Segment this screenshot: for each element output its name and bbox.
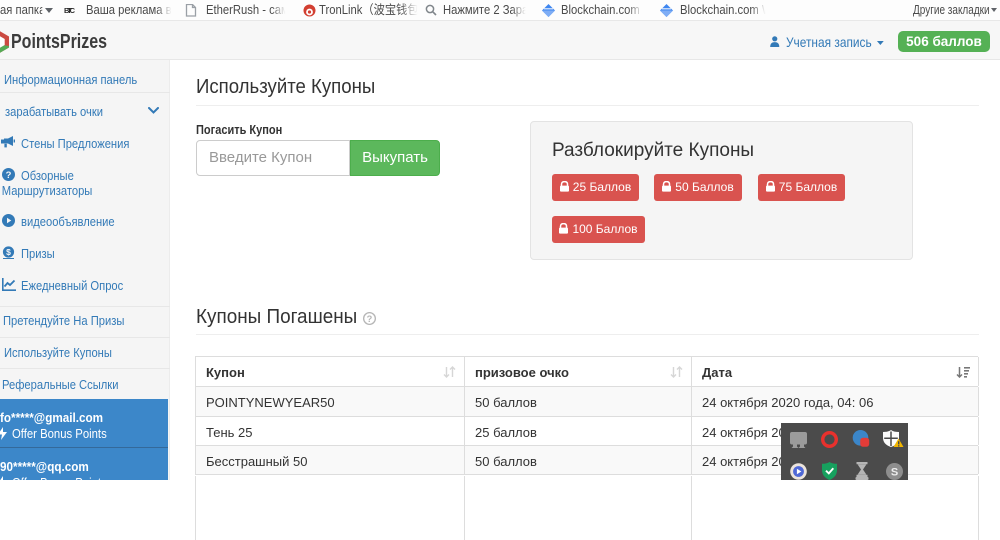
svg-text:?: ? [367,314,373,324]
svg-text:S: S [891,467,898,479]
svg-text:?: ? [6,170,12,181]
svg-text:$: $ [6,247,11,257]
svg-text:BTC: BTC [64,6,75,15]
